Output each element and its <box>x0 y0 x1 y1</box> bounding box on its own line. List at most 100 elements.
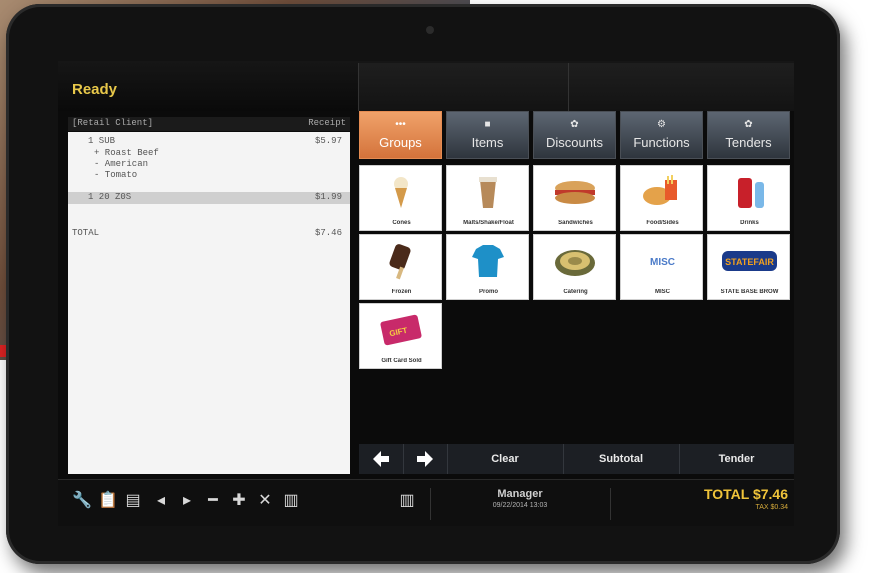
previous-page-button[interactable] <box>359 444 404 474</box>
state-fair-logo-icon: STATEFAIR <box>722 251 777 271</box>
receipt-line-modifier: + Roast Beef <box>94 148 159 158</box>
tab-label: Discounts <box>545 135 604 150</box>
receipt-line-price: $5.97 <box>314 136 342 146</box>
receipt-total-line: TOTAL $7.46 <box>68 228 350 240</box>
document-icon[interactable]: ▤ <box>124 492 142 510</box>
status-segment <box>358 63 569 111</box>
group-tile-drinks[interactable]: Drinks <box>707 165 790 231</box>
milkshake-icon <box>479 177 497 208</box>
receipt-line-modifier: - Tomato <box>94 170 138 180</box>
date-time: 09/22/2014 13:03 <box>492 502 548 509</box>
plus-icon[interactable]: ✚ <box>230 492 248 510</box>
receipt-total-value: $7.46 <box>314 228 342 238</box>
misc-icon: MISC <box>650 257 675 268</box>
tab-label: Tenders <box>725 135 772 150</box>
receipt-total-label: TOTAL <box>72 228 100 238</box>
group-tile-label: Gift Card Sold <box>381 358 422 364</box>
gift-card-icon: GIFT <box>380 314 422 346</box>
receipt-line-price: $1.99 <box>314 192 342 202</box>
receipt-line-modifier: - American <box>94 159 149 169</box>
food-sides-icon <box>643 175 677 205</box>
receipt-title: Receipt <box>308 118 346 128</box>
svg-text:STATEFAIR: STATEFAIR <box>725 257 774 267</box>
order-total: TOTAL $7.46 TAX $0.34 <box>704 486 788 511</box>
sandwich-icon <box>555 181 595 204</box>
group-tile-food-sides[interactable]: Food/Sides <box>620 165 703 231</box>
cog-icon: ⚙ <box>657 119 666 130</box>
tab-functions[interactable]: ⚙ Functions <box>620 111 703 159</box>
receipt-line[interactable]: - Tomato <box>68 170 350 182</box>
receipt-panel[interactable]: 1 SUB $5.97 + Roast Beef - American - To… <box>68 132 350 474</box>
bottom-bar: 🔧 📋 ▤ ◂ ▸ ━ ✚ ✕ ▥ ▥ Manager 09/22/2014 1… <box>58 479 794 526</box>
tab-label: Groups <box>379 135 422 150</box>
group-tile-gift-card[interactable]: GIFT Gift Card Sold <box>359 303 442 369</box>
square-icon: ■ <box>484 119 491 130</box>
tab-items[interactable]: ■ Items <box>446 111 529 159</box>
svg-text:MISC: MISC <box>650 257 675 268</box>
tender-button[interactable]: Tender <box>679 444 794 474</box>
tab-label: Items <box>471 135 504 150</box>
status-segment <box>568 63 794 111</box>
group-tile-label: MISC <box>655 289 670 295</box>
barcode-icon[interactable]: ▥ <box>398 492 416 510</box>
tab-tenders[interactable]: ✿ Tenders <box>707 111 790 159</box>
camera-icon <box>426 26 434 34</box>
arrow-left-icon <box>373 451 389 467</box>
ice-cream-bar-icon <box>389 244 411 280</box>
group-tile-state-fair[interactable]: STATEFAIR STATE BASE BROW <box>707 234 790 300</box>
status-bar: Ready <box>58 61 794 111</box>
wrench-icon[interactable]: 🔧 <box>72 492 92 510</box>
clear-button[interactable]: Clear <box>447 444 564 474</box>
status-text: Ready <box>72 81 118 98</box>
catering-tray-icon <box>555 250 595 276</box>
user-name: Manager <box>497 488 543 500</box>
group-tile-label: Sandwiches <box>558 220 593 226</box>
group-tile-promo[interactable]: Promo <box>446 234 529 300</box>
coin-icon: ✿ <box>744 119 753 130</box>
pos-screen: Ready [Retail Client] Receipt 1 SUB $5.9… <box>58 61 794 526</box>
divider <box>610 488 611 520</box>
tab-discounts[interactable]: ✿ Discounts <box>533 111 616 159</box>
action-bar: Clear Subtotal Tender <box>359 444 794 474</box>
receipt-line-item: 1 20 Z0S <box>88 192 132 202</box>
group-tile-misc[interactable]: MISC MISC <box>620 234 703 300</box>
next-icon[interactable]: ▸ <box>178 492 196 510</box>
subtotal-button[interactable]: Subtotal <box>563 444 680 474</box>
group-tile-label: Drinks <box>740 220 759 226</box>
group-tile-label: Malts/Shake/Float <box>463 220 514 226</box>
group-tile-label: Food/Sides <box>646 220 679 226</box>
drinks-icon <box>738 178 764 208</box>
group-tile-sandwiches[interactable]: Sandwiches <box>533 165 616 231</box>
group-tile-label: Catering <box>563 289 588 295</box>
receipt-line[interactable]: 1 SUB $5.97 <box>68 136 350 148</box>
total-amount: TOTAL $7.46 <box>703 486 788 502</box>
delete-icon[interactable]: ✕ <box>256 492 274 510</box>
gear-icon: ✿ <box>570 119 579 130</box>
group-tile-cones[interactable]: Cones <box>359 165 442 231</box>
group-tile-frozen[interactable]: Frozen <box>359 234 442 300</box>
clipboard-icon[interactable]: 📋 <box>98 492 118 510</box>
group-tile-label: STATE BASE BROW <box>720 289 779 295</box>
tablet-device: Ready [Retail Client] Receipt 1 SUB $5.9… <box>6 4 840 564</box>
group-tile-label: Cones <box>392 220 411 226</box>
tshirt-icon <box>472 245 504 277</box>
group-tile-label: Frozen <box>391 289 412 295</box>
divider <box>430 488 431 520</box>
ice-cream-cone-icon <box>394 177 408 208</box>
tab-groups[interactable]: ••• Groups <box>359 111 442 159</box>
receipt-line-item: 1 SUB <box>88 136 116 146</box>
notepad-icon[interactable]: ▥ <box>282 492 300 510</box>
user-info: Manager 09/22/2014 13:03 <box>450 488 590 509</box>
receipt-header: [Retail Client] Receipt <box>68 117 350 131</box>
next-page-button[interactable] <box>403 444 448 474</box>
tax-amount: TAX $0.34 <box>755 504 788 511</box>
group-tile-label: Promo <box>478 289 498 295</box>
previous-icon[interactable]: ◂ <box>152 492 170 510</box>
group-tile-catering[interactable]: Catering <box>533 234 616 300</box>
tab-label: Functions <box>633 135 690 150</box>
group-tile-malts[interactable]: Malts/Shake/Float <box>446 165 529 231</box>
arrow-right-icon <box>417 451 433 467</box>
dots-icon: ••• <box>395 119 406 130</box>
receipt-line-selected[interactable]: 1 20 Z0S $1.99 <box>68 192 350 204</box>
minus-icon[interactable]: ━ <box>204 492 222 510</box>
